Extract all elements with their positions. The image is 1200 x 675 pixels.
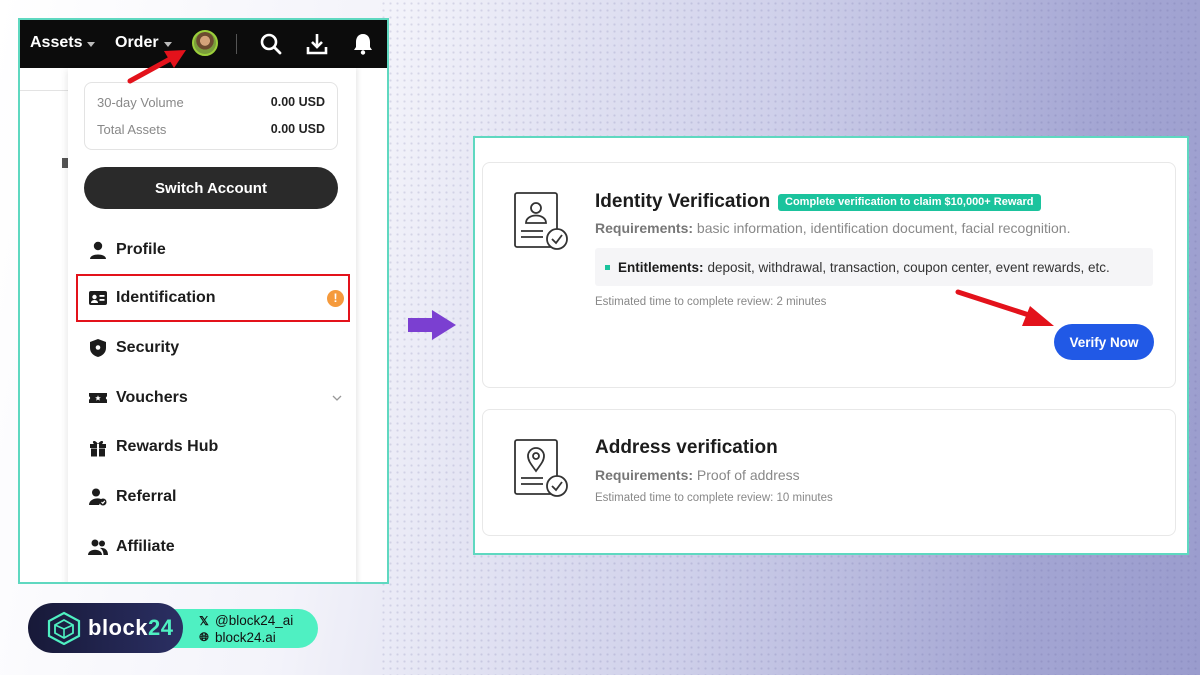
divider	[236, 34, 237, 54]
menu-item-identification[interactable]: Identification !	[68, 278, 356, 318]
id-card-icon	[89, 291, 107, 305]
globe-icon: 🌐︎	[199, 630, 209, 644]
referral-icon	[89, 488, 107, 506]
gift-icon	[90, 440, 106, 457]
alert-icon: !	[327, 289, 344, 307]
brand-logo-pill: block24	[28, 603, 183, 653]
brand-name: block24	[88, 615, 174, 640]
top-navigation-bar: Assets Order	[20, 20, 387, 68]
address-requirements: Requirements: Proof of address	[595, 467, 800, 483]
identity-document-icon	[514, 192, 568, 250]
stat-row: 30-day Volume 0.00 USD	[97, 95, 325, 110]
entitlements-box: Entitlements: deposit, withdrawal, trans…	[595, 248, 1153, 286]
menu-item-rewards-hub[interactable]: Rewards Hub	[68, 427, 356, 467]
website-link: 🌐︎ block24.ai	[197, 630, 276, 645]
bell-icon[interactable]	[350, 31, 376, 57]
account-stats: 30-day Volume 0.00 USD Total Assets 0.00…	[84, 82, 338, 150]
verify-now-button[interactable]: Verify Now	[1054, 324, 1154, 360]
switch-account-button[interactable]: Switch Account	[84, 167, 338, 209]
identity-estimate: Estimated time to complete review: 2 min…	[595, 296, 827, 308]
address-estimate: Estimated time to complete review: 10 mi…	[595, 492, 833, 504]
bullet-icon	[605, 264, 610, 270]
divider	[20, 90, 68, 91]
avatar[interactable]	[192, 30, 218, 56]
account-menu-screenshot: Assets Order 30-day Volume 0.00 USD Tota…	[18, 18, 389, 584]
account-dropdown: 30-day Volume 0.00 USD Total Assets 0.00…	[68, 68, 356, 582]
nav-order[interactable]: Order	[115, 34, 172, 52]
menu-item-referral[interactable]: Referral	[68, 477, 356, 517]
ticket-icon	[89, 393, 107, 403]
address-verification-title: Address verification	[595, 437, 778, 458]
x-logo-icon: 𝕏	[199, 613, 209, 628]
shield-icon	[90, 339, 106, 357]
chevron-down-icon	[163, 41, 172, 47]
address-verification-card: Address verification Requirements: Proof…	[482, 409, 1176, 536]
block24-cube-logo-icon	[47, 611, 81, 645]
chevron-down-icon	[87, 41, 96, 47]
identity-requirements: Requirements: basic information, identif…	[595, 220, 1071, 236]
identity-verification-title: Identity Verification	[595, 191, 771, 212]
user-icon	[90, 241, 106, 259]
address-document-icon	[514, 439, 568, 497]
menu-item-affiliate[interactable]: Affiliate	[68, 527, 356, 567]
verification-screenshot: Identity Verification Complete verificat…	[473, 136, 1189, 555]
menu-item-vouchers[interactable]: Vouchers	[68, 378, 356, 418]
search-icon[interactable]	[258, 31, 284, 57]
identity-verification-card: Identity Verification Complete verificat…	[482, 162, 1176, 388]
menu-item-profile[interactable]: Profile	[68, 230, 356, 270]
group-icon	[88, 539, 108, 555]
chevron-down-icon[interactable]	[332, 394, 342, 402]
stat-row: Total Assets 0.00 USD	[97, 122, 325, 137]
download-icon[interactable]	[304, 31, 330, 57]
twitter-handle: 𝕏 @block24_ai	[197, 613, 293, 628]
reward-badge: Complete verification to claim $10,000+ …	[778, 194, 1041, 211]
menu-item-security[interactable]: Security	[68, 328, 356, 368]
nav-assets[interactable]: Assets	[30, 34, 96, 52]
